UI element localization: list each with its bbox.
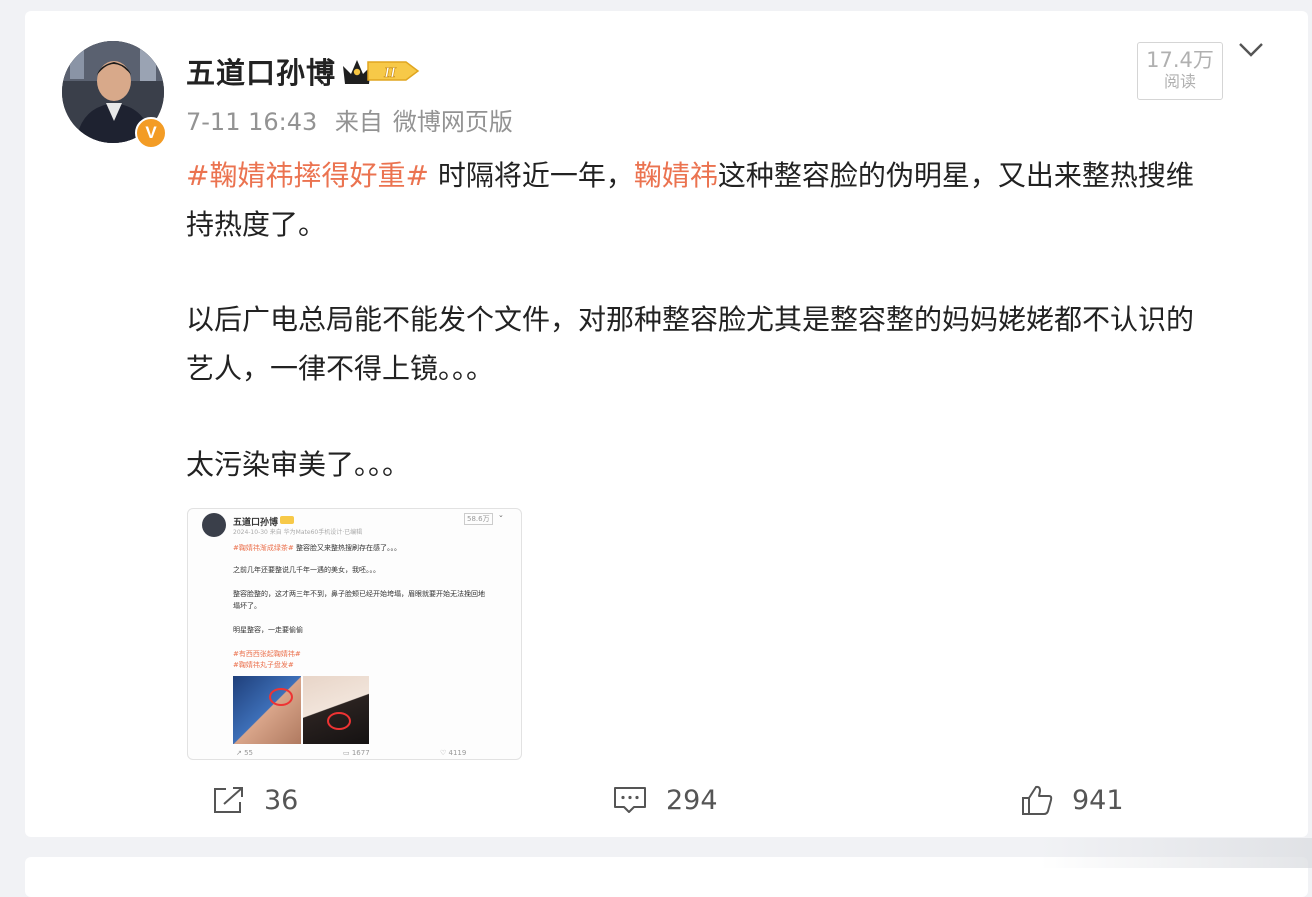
thumb-text: 明星整容，一走要偷偷 — [233, 626, 303, 634]
thumb-tag: #有西西张起鞠婧祎# — [233, 650, 301, 658]
topic-tag[interactable]: #鞠婧祎摔得好重# — [186, 159, 429, 192]
post-source: 微博网页版 — [392, 108, 513, 136]
chevron-down-icon[interactable] — [1238, 42, 1264, 58]
thumb-text: 整容脸又来整热搜刷存在感了。。。 — [295, 544, 401, 552]
thumb-text: 整容脸整的，这才两三年不到，鼻子脸颊已经开始垮塌，眉眼就要开始无法挽回地 — [233, 590, 485, 598]
thumb-reads: 58.6万 — [464, 513, 493, 525]
post-text-line: 持热度了。 — [186, 208, 327, 241]
post-text-segment: 这种整容脸的伪明星，又出来整热搜维 — [717, 159, 1194, 192]
repost-button[interactable]: 36 — [212, 782, 298, 818]
post-text-segment: 时隔将近一年， — [428, 159, 634, 192]
post-text-line: 艺人，一律不得上镜。。。 — [186, 352, 495, 385]
thumb-crown-icon — [280, 516, 294, 524]
verified-badge: V — [135, 117, 167, 149]
source-prefix: 来自 — [334, 108, 383, 136]
thumb-chevron-icon: ⌄ — [498, 511, 504, 519]
post-time[interactable]: 7-11 16:43 — [186, 108, 317, 136]
read-count: 17.4万 — [1146, 48, 1214, 72]
post-text-line: #鞠婧祎摔得好重# 时隔将近一年，鞠婧祎这种整容脸的伪明星，又出来整热搜维 — [186, 152, 1194, 200]
post-image-thumbnail[interactable]: 五道口孙博 58.6万 ⌄ 2024-10-30 来自 华为Mate60手机设计… — [187, 508, 522, 760]
repost-icon — [214, 787, 243, 813]
comment-button[interactable]: 294 — [612, 782, 718, 818]
comment-icon — [614, 787, 646, 813]
thumb-like-count: 4119 — [448, 749, 467, 757]
thumb-tag: #鞠婧祎丸子盘发# — [233, 661, 294, 669]
repost-count: 36 — [264, 784, 299, 816]
thumb-text: 塌坏了。 — [233, 602, 261, 610]
post-text-line: 以后广电总局能不能发个文件，对那种整容脸尤其是整容整的妈妈姥姥都不认识的 — [186, 303, 1195, 336]
thumb-comment-count: 1677 — [351, 749, 370, 757]
level-badge-text: II — [383, 65, 397, 81]
like-count: 941 — [1072, 784, 1124, 816]
thumb-avatar — [202, 513, 226, 537]
like-button[interactable]: 941 — [1020, 782, 1124, 818]
read-label: 阅读 — [1163, 72, 1196, 91]
thumb-tag: #鞠婧祎渐成绿茶# — [233, 544, 294, 552]
thumb-repost-count: 55 — [244, 749, 254, 757]
mention-link[interactable]: 鞠婧祎 — [634, 159, 718, 192]
comment-count: 294 — [666, 784, 718, 816]
member-crown-icon[interactable]: II — [340, 54, 422, 88]
scroll-shadow — [1040, 838, 1312, 868]
thumb-photo-1 — [233, 676, 301, 744]
read-count-box: 17.4万 阅读 — [1137, 42, 1223, 100]
author-name[interactable]: 五道口孙博 — [186, 50, 336, 92]
thumb-meta: 2024-10-30 来自 华为Mate60手机设计·已编辑 — [233, 529, 363, 536]
post-text-line: 太污染审美了。。。 — [186, 448, 411, 481]
thumb-photo-2 — [303, 676, 369, 744]
post-meta: 7-11 16:43 来自 微博网页版 — [186, 102, 513, 137]
thumb-text: 之前几年还要整说几千年一遇的美女，我呸。。。 — [233, 566, 380, 574]
like-thumb-icon — [1022, 785, 1053, 815]
